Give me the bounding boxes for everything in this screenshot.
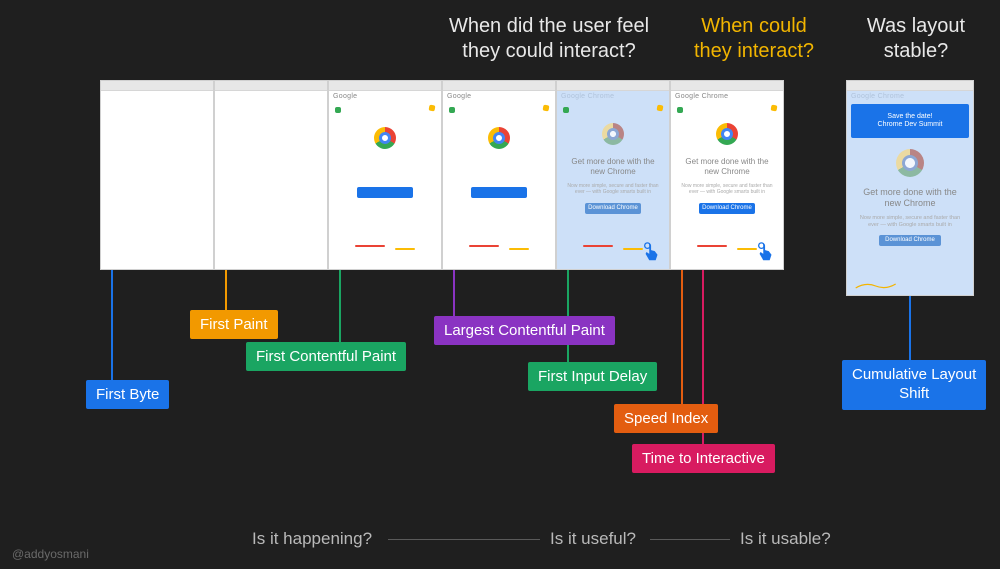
line-lcp bbox=[453, 270, 455, 316]
frame-sub: Now more simple, secure and faster than … bbox=[857, 215, 963, 228]
page-title: Google bbox=[329, 91, 441, 102]
banner-line-2: Chrome Dev Summit bbox=[878, 121, 943, 129]
download-button-label: Download Chrome bbox=[879, 235, 941, 246]
banner-line-1: Save the date! bbox=[887, 113, 932, 121]
page-title: Google Chrome bbox=[671, 91, 783, 102]
page-title: Google bbox=[443, 91, 555, 102]
line-first-byte bbox=[111, 270, 113, 380]
footer-happening: Is it happening? bbox=[252, 529, 372, 549]
line-first-paint bbox=[225, 270, 227, 310]
label-fid: First Input Delay bbox=[528, 362, 657, 391]
frame-sub: Now more simple, secure and faster than … bbox=[681, 183, 773, 195]
question-feel: When did the user feel they could intera… bbox=[434, 14, 664, 64]
frame-headline: Get more done with the new Chrome bbox=[565, 157, 661, 176]
page-title: Google Chrome bbox=[847, 91, 973, 102]
line-fcp bbox=[339, 270, 341, 342]
touch-icon bbox=[641, 241, 663, 263]
footer-line-2 bbox=[650, 539, 730, 540]
label-first-paint: First Paint bbox=[190, 310, 278, 339]
label-first-byte: First Byte bbox=[86, 380, 169, 409]
download-button-label: Download Chrome bbox=[699, 203, 755, 214]
diagram-stage: When did the user feel they could intera… bbox=[0, 0, 1000, 569]
label-lcp: Largest Contentful Paint bbox=[434, 316, 615, 345]
frame-7-cls: Google Chrome Save the date! Chrome Dev … bbox=[846, 80, 974, 296]
frame-2-first-paint bbox=[214, 80, 328, 270]
label-cls: Cumulative Layout Shift bbox=[842, 360, 986, 410]
frame-3-fcp: Google bbox=[328, 80, 442, 270]
banner: Save the date! Chrome Dev Summit bbox=[851, 104, 969, 138]
label-speed-index: Speed Index bbox=[614, 404, 718, 433]
footer-useful: Is it useful? bbox=[550, 529, 636, 549]
label-tti: Time to Interactive bbox=[632, 444, 775, 473]
credit: @addyosmani bbox=[12, 547, 89, 561]
question-layout: Was layout stable? bbox=[856, 14, 976, 64]
frame-6-interactive: Google Chrome Get more done with the new… bbox=[670, 80, 784, 270]
touch-icon bbox=[755, 241, 777, 263]
frame-headline: Get more done with the new Chrome bbox=[855, 187, 965, 209]
footer-usable: Is it usable? bbox=[740, 529, 831, 549]
label-fcp: First Contentful Paint bbox=[246, 342, 406, 371]
frame-4-lcp: Google bbox=[442, 80, 556, 270]
frame-5-fid: Google Chrome Get more done with the new… bbox=[556, 80, 670, 270]
line-speed-index bbox=[681, 270, 683, 404]
line-cls bbox=[909, 296, 911, 360]
frame-sub: Now more simple, secure and faster than … bbox=[567, 183, 659, 195]
page-title: Google Chrome bbox=[557, 91, 669, 102]
question-could: When could they interact? bbox=[684, 14, 824, 64]
frame-1-blank bbox=[100, 80, 214, 270]
download-button-label: Download Chrome bbox=[585, 203, 641, 214]
frame-headline: Get more done with the new Chrome bbox=[679, 157, 775, 176]
footer-line-1 bbox=[388, 539, 540, 540]
